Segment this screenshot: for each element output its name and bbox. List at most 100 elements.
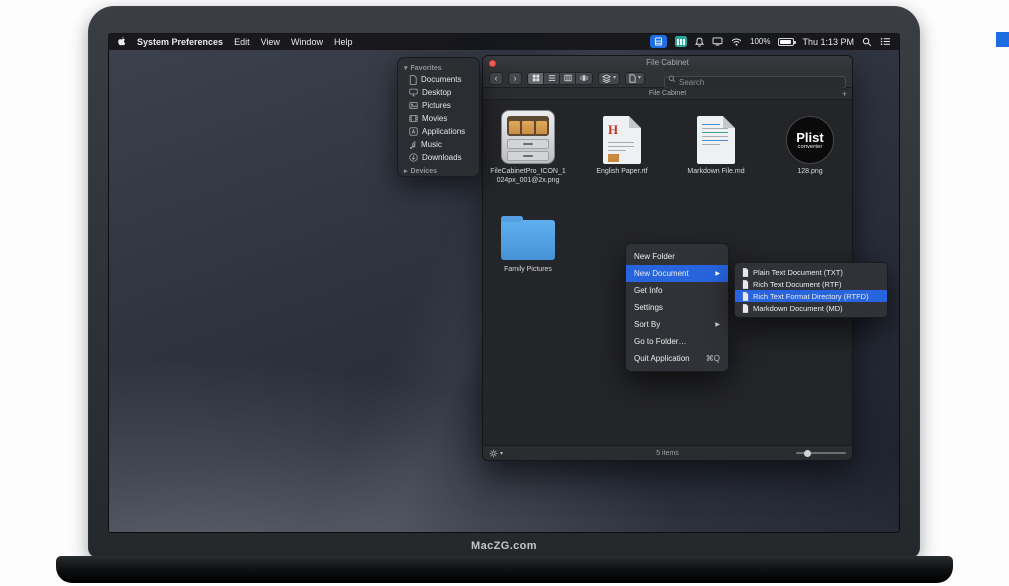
markdown-document-icon	[697, 116, 735, 164]
menu-item-quit-application[interactable]: Quit Application ⌘Q	[626, 350, 728, 367]
music-icon	[409, 140, 417, 150]
menu-item-new-document[interactable]: New Document ▶	[626, 265, 728, 282]
forward-button[interactable]: ›	[508, 72, 522, 85]
icon-size-slider[interactable]	[796, 449, 846, 457]
menu-item-settings[interactable]: Settings	[626, 299, 728, 316]
arrange-dropdown-button[interactable]: ▾	[598, 72, 620, 85]
search-icon	[668, 75, 676, 83]
sidebar-item-music[interactable]: Music	[398, 138, 479, 151]
folder-item-family-pictures[interactable]: Family Pictures	[484, 204, 572, 274]
wifi-icon[interactable]	[731, 38, 742, 46]
add-tab-button[interactable]: +	[842, 88, 847, 100]
file-cabinet-app-icon	[501, 110, 555, 164]
document-icon	[742, 268, 749, 277]
spotlight-search-icon[interactable]	[862, 37, 872, 47]
file-item-english-paper[interactable]: H English Paper.rtf	[578, 106, 666, 176]
list-view-button[interactable]	[544, 73, 560, 84]
menubar-clock[interactable]: Thu 1:13 PM	[802, 37, 854, 47]
favorites-popover: ▾ Favorites Documents Desktop Pictures M…	[397, 57, 480, 177]
battery-percent-label: 100%	[750, 37, 770, 46]
status-app-icon[interactable]	[675, 36, 687, 47]
sidebar-item-pictures[interactable]: Pictures	[398, 99, 479, 112]
downloads-icon	[409, 153, 418, 162]
document-icon	[742, 292, 749, 301]
pictures-icon	[409, 101, 418, 110]
laptop-frame: System Preferences Edit View Window Help	[88, 6, 920, 558]
bell-icon[interactable]	[695, 37, 704, 47]
file-name-label: Markdown File.md	[672, 167, 760, 176]
search-field-wrap	[664, 72, 846, 85]
document-icon	[742, 280, 749, 289]
new-document-submenu: Plain Text Document (TXT) Rich Text Docu…	[734, 262, 888, 318]
back-button[interactable]: ‹	[489, 72, 503, 85]
menu-item-new-folder[interactable]: New Folder	[626, 248, 728, 265]
file-name-label: FileCabinetPro_ICON_1024px_001@2x.png	[484, 167, 572, 185]
menu-view[interactable]: View	[261, 37, 280, 47]
file-item-filecabinet-png[interactable]: FileCabinetPro_ICON_1024px_001@2x.png	[484, 106, 572, 185]
submenu-item-rich-text[interactable]: Rich Text Document (RTF)	[735, 278, 887, 290]
icon-view-button[interactable]	[528, 73, 544, 84]
submenu-item-markdown[interactable]: Markdown Document (MD)	[735, 302, 887, 314]
menu-window[interactable]: Window	[291, 37, 323, 47]
document-icon	[409, 75, 417, 85]
menubar-app-name[interactable]: System Preferences	[137, 37, 223, 47]
blue-corner-artifact	[996, 32, 1009, 47]
menu-item-go-to-folder[interactable]: Go to Folder…	[626, 333, 728, 350]
file-name-label: 128.png	[766, 167, 853, 176]
window-toolbar: ‹ ›	[483, 69, 852, 88]
menu-item-sort-by[interactable]: Sort By ▶	[626, 316, 728, 333]
laptop-brand-label: MacZG.com	[88, 540, 920, 552]
action-dropdown-button[interactable]: ▾	[625, 72, 645, 85]
layers-icon	[602, 74, 611, 83]
display-mirroring-icon[interactable]	[712, 37, 723, 46]
devices-section-header[interactable]: ▸ Devices	[398, 166, 479, 176]
status-bar: ▾ 5 items	[483, 445, 852, 460]
sidebar-item-applications[interactable]: Applications	[398, 125, 479, 138]
submenu-item-plain-text[interactable]: Plain Text Document (TXT)	[735, 266, 887, 278]
coverflow-view-button[interactable]	[576, 73, 592, 84]
battery-icon[interactable]	[778, 38, 794, 46]
desktop-icon	[409, 88, 418, 97]
sidebar-item-desktop[interactable]: Desktop	[398, 86, 479, 99]
menu-bar: System Preferences Edit View Window Help	[108, 33, 900, 50]
plist-converter-icon: Plist converter	[786, 116, 834, 164]
sidebar-item-movies[interactable]: Movies	[398, 112, 479, 125]
blue-folder-icon	[501, 220, 555, 260]
path-bar: File Cabinet +	[483, 88, 852, 100]
slider-knob[interactable]	[804, 450, 811, 457]
submenu-arrow-icon: ▶	[715, 270, 720, 277]
favorites-section-header[interactable]: ▾ Favorites	[398, 63, 479, 73]
submenu-arrow-icon: ▶	[715, 321, 720, 328]
submenu-item-rtfd[interactable]: Rich Text Format Directory (RTFD)	[735, 290, 887, 302]
sidebar-item-downloads[interactable]: Downloads	[398, 151, 479, 164]
menu-edit[interactable]: Edit	[234, 37, 250, 47]
menu-help[interactable]: Help	[334, 37, 353, 47]
applications-icon	[409, 127, 418, 136]
laptop-base	[56, 556, 953, 583]
menu-item-get-info[interactable]: Get Info	[626, 282, 728, 299]
desktop-wallpaper: System Preferences Edit View Window Help	[108, 33, 900, 533]
sidebar-item-documents[interactable]: Documents	[398, 73, 479, 86]
column-view-button[interactable]	[560, 73, 576, 84]
notification-center-icon[interactable]	[880, 37, 891, 46]
folder-name-label: Family Pictures	[484, 265, 572, 274]
close-button[interactable]	[489, 60, 496, 67]
rtf-document-icon: H	[603, 116, 641, 164]
context-menu: New Folder New Document ▶ Get Info Setti…	[625, 243, 729, 372]
view-mode-segmented-control	[527, 72, 593, 85]
window-title: File Cabinet	[646, 58, 689, 67]
file-name-label: English Paper.rtf	[578, 167, 666, 176]
window-titlebar[interactable]: File Cabinet	[483, 56, 852, 69]
action-doc-icon	[629, 74, 636, 83]
search-input[interactable]	[664, 76, 846, 89]
filecabinet-menubar-icon[interactable]	[650, 35, 667, 48]
document-icon	[742, 304, 749, 313]
disclosure-right-icon: ▸	[404, 167, 408, 175]
path-location-label: File Cabinet	[649, 90, 686, 97]
shortcut-label: ⌘Q	[706, 354, 720, 363]
disclosure-down-icon: ▾	[404, 64, 408, 72]
file-item-markdown-file[interactable]: Markdown File.md	[672, 106, 760, 176]
apple-menu-icon[interactable]	[117, 36, 126, 47]
file-item-128-png[interactable]: Plist converter 128.png	[766, 106, 853, 176]
movies-icon	[409, 114, 418, 123]
